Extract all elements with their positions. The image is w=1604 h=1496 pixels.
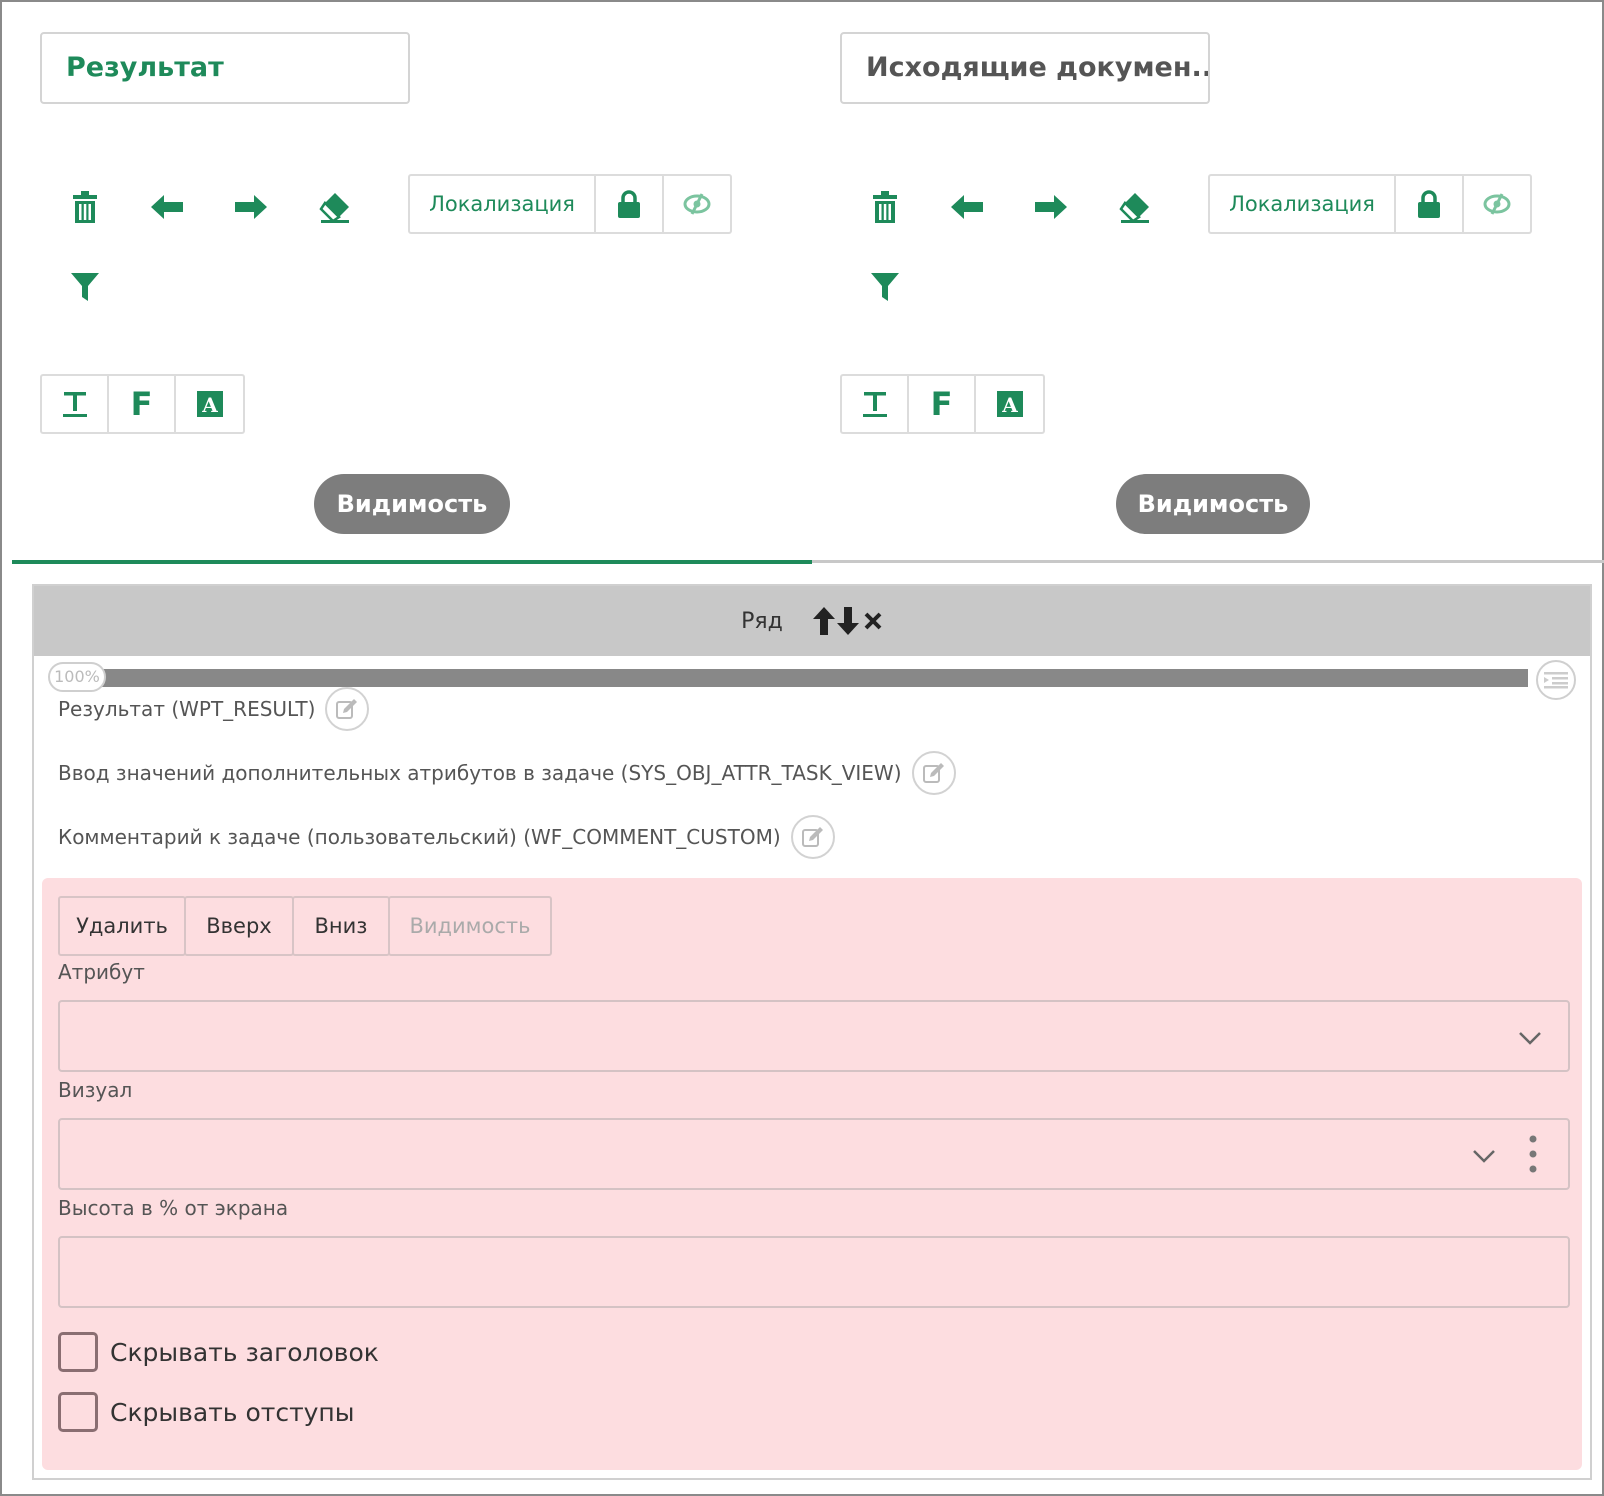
- lock-icon[interactable]: [1396, 176, 1464, 232]
- font-box-icon[interactable]: A: [176, 376, 243, 432]
- arrow-down-icon[interactable]: [836, 607, 859, 635]
- eraser-icon[interactable]: [1110, 182, 1160, 232]
- attribute-editor-panel: Удалить Вверх Вниз Видимость Атрибут Виз…: [42, 878, 1582, 1470]
- localization-button[interactable]: Локализация: [410, 176, 596, 232]
- delete-button[interactable]: Удалить: [58, 896, 186, 956]
- hide-padding-label: Скрывать отступы: [110, 1397, 355, 1427]
- hide-padding-checkbox-row[interactable]: Скрывать отступы: [58, 1392, 355, 1432]
- kebab-icon[interactable]: [1528, 1134, 1538, 1174]
- trash-icon[interactable]: [860, 182, 910, 232]
- move-down-button[interactable]: Вниз: [292, 896, 390, 956]
- arrow-right-icon[interactable]: [226, 182, 276, 232]
- visibility-button[interactable]: Видимость: [388, 896, 552, 956]
- font-icon[interactable]: F: [109, 376, 176, 432]
- localization-group: Локализация: [1208, 174, 1532, 234]
- arrow-right-icon[interactable]: [1026, 182, 1076, 232]
- arrow-up-icon[interactable]: [812, 607, 835, 635]
- format-group: F A: [40, 374, 245, 434]
- visibility-button[interactable]: Видимость: [1116, 474, 1310, 534]
- eye-slash-icon[interactable]: [664, 176, 730, 232]
- visual-field-label: Визуал: [58, 1078, 133, 1102]
- font-icon[interactable]: F: [909, 376, 976, 432]
- text-underline-icon[interactable]: [842, 376, 909, 432]
- edit-icon[interactable]: [325, 687, 370, 731]
- attribute-select[interactable]: [58, 1000, 1570, 1072]
- visibility-button[interactable]: Видимость: [314, 474, 510, 534]
- row-container: Ряд 100% Результат (WPT_RESULT) Ввод зна…: [32, 584, 1592, 1480]
- svg-text:A: A: [1001, 393, 1018, 417]
- tab-indicator-inactive: [812, 560, 1604, 563]
- eye-slash-icon[interactable]: [1464, 176, 1530, 232]
- hide-title-checkbox-row[interactable]: Скрывать заголовок: [58, 1332, 379, 1372]
- format-group: F A: [840, 374, 1045, 434]
- hide-title-checkbox[interactable]: [58, 1332, 98, 1372]
- text-underline-icon[interactable]: [42, 376, 109, 432]
- tab-title-result[interactable]: Результат: [40, 32, 410, 104]
- tab-panel-outgoing: Исходящие докумен... Локализация F A Вид…: [800, 0, 1600, 560]
- edit-icon[interactable]: [790, 815, 835, 859]
- row-header-label: Ряд: [741, 608, 783, 634]
- attribute-label: Результат (WPT_RESULT): [58, 697, 316, 721]
- tab-indicator-active: [12, 560, 812, 564]
- filter-icon[interactable]: [60, 262, 110, 312]
- height-field-label: Высота в % от экрана: [58, 1196, 289, 1220]
- chevron-down-icon[interactable]: [1470, 1142, 1498, 1170]
- lock-icon[interactable]: [596, 176, 664, 232]
- move-up-button[interactable]: Вверх: [184, 896, 294, 956]
- eraser-icon[interactable]: [310, 182, 360, 232]
- svg-text:A: A: [201, 393, 218, 417]
- editor-action-bar: Удалить Вверх Вниз Видимость: [58, 896, 552, 956]
- attribute-label: Комментарий к задаче (пользовательский) …: [58, 825, 781, 849]
- hide-title-label: Скрывать заголовок: [110, 1337, 379, 1367]
- row-header: Ряд: [34, 586, 1590, 656]
- localization-button[interactable]: Локализация: [1210, 176, 1396, 232]
- tab-panel-result: Результат Локализация F A Видимость: [0, 0, 800, 560]
- tab-title-outgoing[interactable]: Исходящие докумен...: [840, 32, 1210, 104]
- filter-icon[interactable]: [860, 262, 910, 312]
- arrow-left-icon[interactable]: [142, 182, 192, 232]
- trash-icon[interactable]: [60, 182, 110, 232]
- hide-padding-checkbox[interactable]: [58, 1392, 98, 1432]
- height-input[interactable]: [58, 1236, 1570, 1308]
- edit-icon[interactable]: [911, 751, 956, 795]
- attribute-field-label: Атрибут: [58, 960, 145, 984]
- slider-track[interactable]: [88, 669, 1528, 687]
- chevron-down-icon[interactable]: [1516, 1024, 1544, 1052]
- attribute-label: Ввод значений дополнительных атрибутов в…: [58, 761, 902, 785]
- attribute-item: Комментарий к задаче (пользовательский) …: [58, 814, 835, 860]
- visual-select[interactable]: [58, 1118, 1570, 1190]
- attribute-item: Ввод значений дополнительных атрибутов в…: [58, 750, 956, 796]
- list-icon[interactable]: [1536, 660, 1576, 700]
- close-icon[interactable]: [863, 611, 883, 631]
- attribute-item: Результат (WPT_RESULT): [58, 686, 370, 732]
- arrow-left-icon[interactable]: [942, 182, 992, 232]
- font-box-icon[interactable]: A: [976, 376, 1043, 432]
- localization-group: Локализация: [408, 174, 732, 234]
